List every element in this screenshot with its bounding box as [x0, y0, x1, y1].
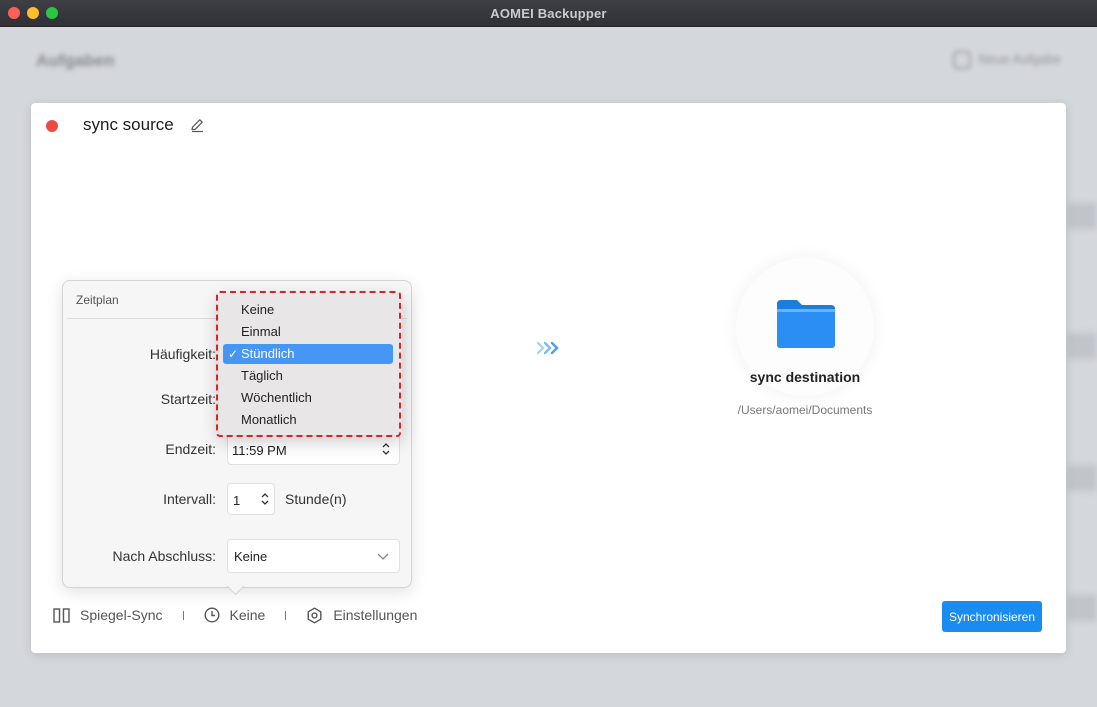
task-name: sync source	[83, 115, 174, 134]
destination-name: sync destination	[749, 369, 861, 385]
folder-icon	[777, 300, 835, 348]
after-completion-select[interactable]: Keine	[227, 539, 400, 573]
end-time-value: 11:59 PM	[232, 443, 287, 458]
start-time-label: Startzeit:	[160, 391, 216, 407]
interval-label: Intervall:	[163, 491, 216, 507]
frequency-label: Häufigkeit:	[149, 346, 216, 362]
sync-direction-arrows-icon	[536, 341, 559, 355]
status-dot	[46, 120, 58, 132]
after-completion-label: Nach Abschluss:	[112, 548, 217, 564]
task-options-bar: Spiegel-Sync Keine Einstellungen	[53, 607, 417, 623]
separator	[182, 610, 184, 620]
edit-icon[interactable]	[189, 117, 205, 133]
interval-field[interactable]: 1	[227, 483, 275, 515]
title-bar: AOMEI Backupper	[0, 0, 1097, 27]
interval-unit: Stunde(n)	[285, 491, 347, 507]
settings-option[interactable]: Einstellungen	[306, 607, 417, 624]
clock-icon	[203, 607, 220, 623]
end-time-stepper-icon[interactable]	[381, 440, 391, 458]
interval-stepper-icon[interactable]	[260, 490, 270, 508]
popover-caret	[226, 586, 244, 598]
schedule-heading: Zeitplan	[76, 293, 119, 307]
interval-value: 1	[233, 493, 241, 508]
after-completion-value: Keine	[234, 549, 268, 564]
settings-label: Einstellungen	[333, 607, 418, 623]
annotation-highlight-box	[216, 291, 401, 437]
synchronize-button[interactable]: Synchronisieren	[942, 601, 1042, 632]
chevron-down-icon	[377, 553, 389, 560]
mirror-columns-icon	[53, 607, 70, 623]
window-title: AOMEI Backupper	[490, 6, 607, 21]
destination-panel[interactable]: sync destination /Users/aomei/Documents	[721, 258, 889, 417]
end-time-field[interactable]: 11:59 PM	[227, 433, 400, 465]
schedule-option[interactable]: Keine	[203, 607, 266, 623]
destination-path: /Users/aomei/Documents	[737, 403, 873, 417]
sync-mode-label: Spiegel-Sync	[80, 607, 163, 623]
gear-icon	[307, 607, 322, 623]
end-time-label: Endzeit:	[165, 441, 216, 457]
separator	[285, 610, 287, 620]
schedule-label: Keine	[229, 607, 266, 623]
sync-mode-option[interactable]: Spiegel-Sync	[53, 607, 163, 623]
